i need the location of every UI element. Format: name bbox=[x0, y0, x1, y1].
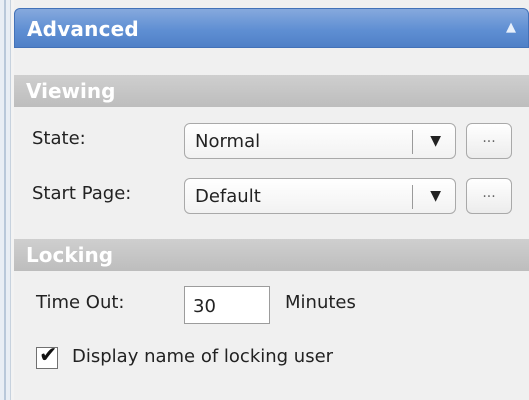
locking-section-header: Locking bbox=[14, 239, 529, 271]
timeout-input[interactable]: 30 bbox=[184, 286, 270, 324]
timeout-input-value: 30 bbox=[193, 296, 216, 317]
display-name-checkbox[interactable]: ✔ bbox=[36, 343, 58, 369]
start-page-select-value: Default bbox=[195, 186, 261, 207]
start-page-browse-button[interactable]: ... bbox=[466, 178, 512, 214]
state-browse-button[interactable]: ... bbox=[466, 123, 512, 159]
state-select[interactable]: Normal ▼ bbox=[184, 123, 456, 159]
viewing-section-title: Viewing bbox=[26, 79, 116, 103]
ellipsis-icon: ... bbox=[482, 130, 496, 146]
ellipsis-icon: ... bbox=[482, 185, 496, 201]
triangle-up-icon[interactable]: ▲ bbox=[506, 20, 516, 35]
select-divider bbox=[412, 130, 413, 154]
advanced-title: Advanced bbox=[27, 17, 139, 41]
display-name-checkbox-label: Display name of locking user bbox=[72, 346, 334, 367]
chevron-down-icon[interactable]: ▼ bbox=[430, 188, 441, 204]
start-page-select[interactable]: Default ▼ bbox=[184, 178, 456, 214]
start-page-label: Start Page: bbox=[32, 183, 132, 204]
panel-splitter[interactable] bbox=[0, 0, 11, 400]
timeout-label: Time Out: bbox=[36, 292, 125, 313]
select-divider bbox=[412, 185, 413, 209]
advanced-panel: Advanced ▲ Viewing State: Normal ▼ ... S… bbox=[14, 0, 529, 400]
state-label: State: bbox=[32, 128, 86, 149]
advanced-header[interactable]: Advanced ▲ bbox=[14, 8, 529, 48]
viewing-section-header: Viewing bbox=[14, 75, 529, 107]
properties-frame: Advanced ▲ Viewing State: Normal ▼ ... S… bbox=[0, 0, 529, 400]
checkmark-icon: ✔ bbox=[39, 343, 58, 368]
timeout-unit-label: Minutes bbox=[285, 292, 356, 313]
state-select-value: Normal bbox=[195, 131, 261, 152]
locking-section-title: Locking bbox=[26, 243, 114, 267]
chevron-down-icon[interactable]: ▼ bbox=[430, 133, 441, 149]
splitter-line bbox=[4, 0, 6, 400]
